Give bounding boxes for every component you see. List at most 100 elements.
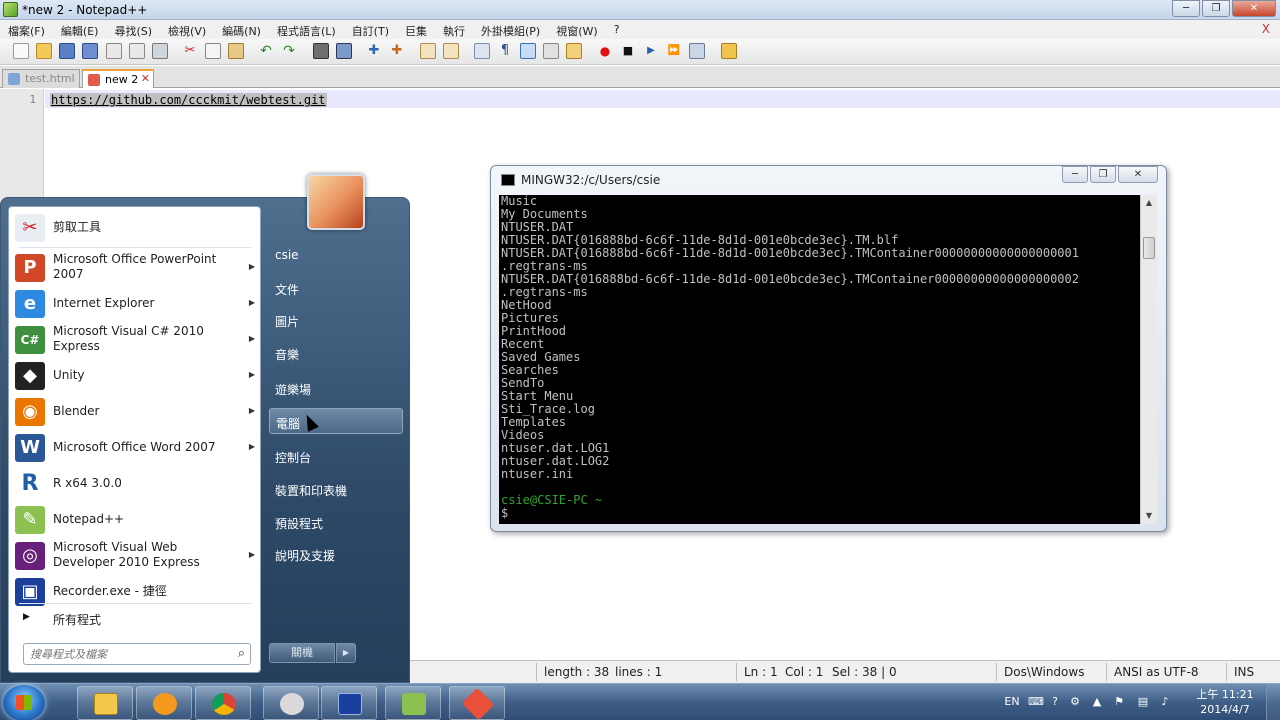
right-item-documents[interactable]: 文件 xyxy=(269,275,403,301)
scroll-thumb[interactable] xyxy=(1143,237,1155,259)
close-document-icon[interactable]: X xyxy=(1262,22,1270,36)
scroll-up-arrow-icon[interactable]: ▲ xyxy=(1141,195,1157,211)
sync-vertical-icon[interactable] xyxy=(420,43,436,59)
search-icon[interactable]: ⌕ xyxy=(238,646,245,661)
menu-search[interactable]: 尋找(S) xyxy=(106,20,160,39)
console-scrollbar[interactable]: ▲ ▼ xyxy=(1140,195,1157,524)
program-snipping-tool[interactable]: ✂ 剪取工具 xyxy=(13,211,259,245)
language-indicator[interactable]: EN xyxy=(1002,695,1022,709)
sync-horizontal-icon[interactable] xyxy=(443,43,459,59)
mingw-console-window[interactable]: MINGW32:/c/Users/csie ─ ❐ ✕ Music My Docu… xyxy=(490,165,1167,532)
print-icon[interactable] xyxy=(152,43,168,59)
zoom-out-icon[interactable]: ✚ xyxy=(389,43,405,59)
keyboard-icon[interactable]: ⌨ xyxy=(1028,695,1044,709)
program-visual-csharp[interactable]: C# Microsoft Visual C# 2010 Express ▶ xyxy=(13,323,259,357)
taskbar-recorder[interactable] xyxy=(321,686,377,720)
console-minimize-button[interactable]: ─ xyxy=(1062,166,1088,183)
menu-settings[interactable]: 自訂(T) xyxy=(344,20,397,39)
taskbar-clock[interactable]: 上午 11:21 2014/4/7 xyxy=(1190,687,1260,717)
menu-window[interactable]: 視窗(W) xyxy=(548,20,605,39)
right-item-music[interactable]: 音樂 xyxy=(269,340,403,366)
save-macro-icon[interactable] xyxy=(689,43,705,59)
user-language-icon[interactable] xyxy=(543,43,559,59)
find-icon[interactable] xyxy=(313,43,329,59)
paste-icon[interactable] xyxy=(228,43,244,59)
show-desktop-button[interactable] xyxy=(1266,684,1280,720)
scroll-down-arrow-icon[interactable]: ▼ xyxy=(1141,508,1157,524)
shutdown-button[interactable]: 關機 xyxy=(269,643,335,663)
plugin-icon[interactable] xyxy=(721,43,737,59)
user-avatar[interactable] xyxy=(307,174,365,230)
volume-icon[interactable]: ♪ xyxy=(1158,695,1172,709)
program-word[interactable]: W Microsoft Office Word 2007 ▶ xyxy=(13,431,259,465)
menu-encoding[interactable]: 編碼(N) xyxy=(214,20,269,39)
taskbar-explorer[interactable] xyxy=(77,686,133,720)
right-item-help-support[interactable]: 說明及支援 xyxy=(269,541,403,567)
current-line[interactable]: https://github.com/ccckmit/webtest.git xyxy=(45,90,1280,108)
stop-macro-icon[interactable]: ■ xyxy=(620,43,636,59)
record-macro-icon[interactable]: ● xyxy=(597,43,613,59)
right-item-default-programs[interactable]: 預設程式 xyxy=(269,509,403,535)
editor-text[interactable]: https://github.com/ccckmit/webtest.git xyxy=(50,93,327,107)
menu-macro[interactable]: 巨集 xyxy=(397,20,435,39)
console-maximize-button[interactable]: ❐ xyxy=(1090,166,1116,183)
close-button[interactable]: ✕ xyxy=(1232,0,1276,17)
save-all-icon[interactable] xyxy=(82,43,98,59)
right-item-computer[interactable]: 電腦 xyxy=(269,408,403,434)
tab-test-html[interactable]: test.html xyxy=(2,69,80,88)
menu-view[interactable]: 檢視(V) xyxy=(160,20,214,39)
cut-icon[interactable]: ✂ xyxy=(182,43,198,59)
notepad-titlebar[interactable]: *new 2 - Notepad++ ─ ❐ ✕ xyxy=(0,0,1280,20)
program-blender[interactable]: ◉ Blender ▶ xyxy=(13,395,259,429)
close-all-icon[interactable] xyxy=(129,43,145,59)
taskbar-git-bash[interactable] xyxy=(449,686,505,720)
copy-icon[interactable] xyxy=(205,43,221,59)
close-file-icon[interactable] xyxy=(106,43,122,59)
play-macro-icon[interactable]: ▶ xyxy=(643,43,659,59)
taskbar-chrome[interactable] xyxy=(195,686,251,720)
right-item-devices-printers[interactable]: 裝置和印表機 xyxy=(269,476,403,502)
redo-icon[interactable]: ↷ xyxy=(281,43,297,59)
replace-icon[interactable] xyxy=(336,43,352,59)
menu-language[interactable]: 程式語言(L) xyxy=(269,20,344,39)
run-macro-multiple-icon[interactable]: ⏩ xyxy=(666,43,682,59)
indent-guide-icon[interactable] xyxy=(520,43,536,59)
taskbar-app[interactable] xyxy=(263,686,319,720)
show-hidden-icons-icon[interactable]: ▲ xyxy=(1090,695,1104,709)
program-powerpoint[interactable]: P Microsoft Office PowerPoint 2007 ▶ xyxy=(13,251,259,285)
menu-file[interactable]: 檔案(F) xyxy=(0,20,53,39)
start-search-box[interactable]: ⌕ xyxy=(23,643,251,665)
right-item-pictures[interactable]: 圖片 xyxy=(269,307,403,333)
open-file-icon[interactable] xyxy=(36,43,52,59)
new-file-icon[interactable] xyxy=(13,43,29,59)
menu-plugins[interactable]: 外掛模組(P) xyxy=(473,20,548,39)
right-item-control-panel[interactable]: 控制台 xyxy=(269,443,403,469)
program-r[interactable]: R R x64 3.0.0 xyxy=(13,467,259,501)
settings-icon[interactable]: ⚙ xyxy=(1068,695,1082,709)
menu-help[interactable]: ? xyxy=(606,20,628,39)
undo-icon[interactable]: ↶ xyxy=(258,43,274,59)
menu-run[interactable]: 執行 xyxy=(435,20,473,39)
right-item-user[interactable]: csie xyxy=(269,242,403,268)
console-close-button[interactable]: ✕ xyxy=(1118,166,1158,183)
word-wrap-icon[interactable] xyxy=(474,43,490,59)
search-input[interactable] xyxy=(30,647,220,662)
show-all-chars-icon[interactable]: ¶ xyxy=(497,43,513,59)
tab-close-icon[interactable]: ✕ xyxy=(141,72,150,85)
action-center-flag-icon[interactable]: ⚑ xyxy=(1112,695,1126,709)
help-icon[interactable]: ? xyxy=(1048,695,1062,709)
right-item-games[interactable]: 遊樂場 xyxy=(269,375,403,401)
save-icon[interactable] xyxy=(59,43,75,59)
tab-new-2[interactable]: new 2 ✕ xyxy=(82,69,154,88)
all-programs-button[interactable]: ▶ 所有程式 xyxy=(13,607,259,629)
doc-map-icon[interactable] xyxy=(566,43,582,59)
program-unity[interactable]: ◆ Unity ▶ xyxy=(13,359,259,393)
menu-edit[interactable]: 編輯(E) xyxy=(53,20,107,39)
network-icon[interactable]: ▤ xyxy=(1136,695,1150,709)
maximize-button[interactable]: ❐ xyxy=(1202,0,1230,17)
console-output[interactable]: Music My Documents NTUSER.DAT NTUSER.DAT{01… xyxy=(499,195,1149,524)
program-internet-explorer[interactable]: e Internet Explorer ▶ xyxy=(13,287,259,321)
shutdown-options-arrow-icon[interactable]: ▶ xyxy=(336,643,356,663)
program-notepadpp[interactable]: ✎ Notepad++ xyxy=(13,503,259,537)
minimize-button[interactable]: ─ xyxy=(1172,0,1200,17)
